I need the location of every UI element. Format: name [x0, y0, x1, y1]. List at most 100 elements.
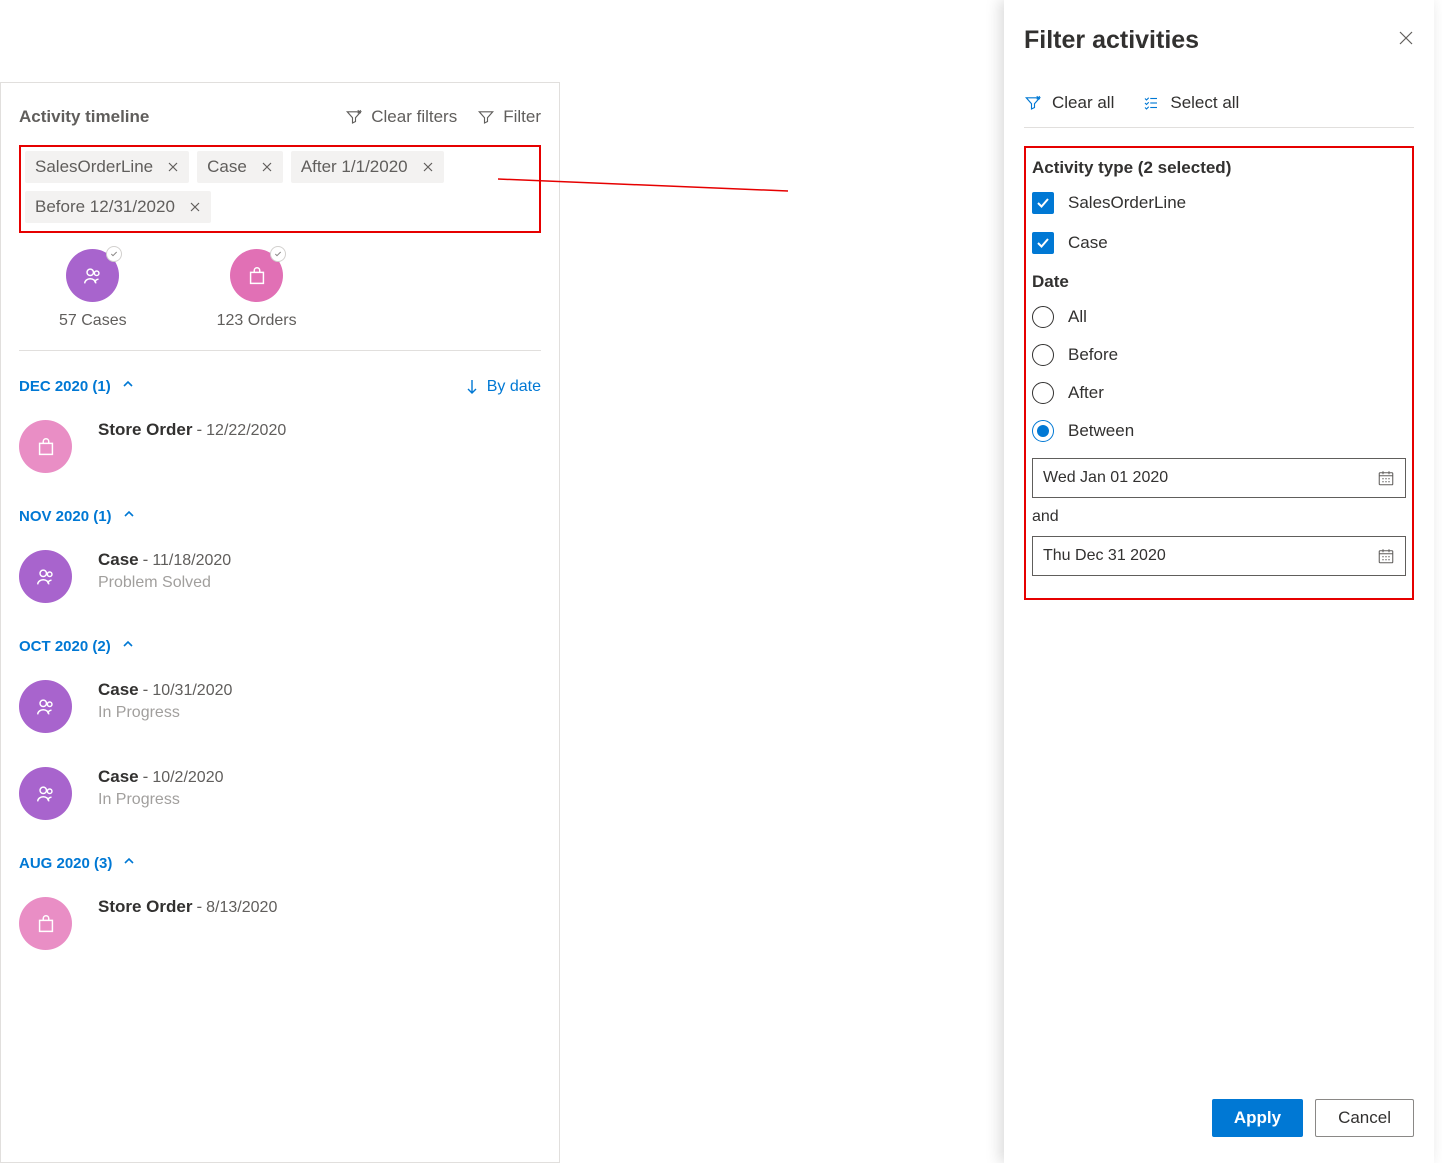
and-label: and: [1032, 508, 1406, 526]
radio-label: After: [1068, 383, 1104, 403]
date-from-input[interactable]: Wed Jan 01 2020: [1032, 458, 1406, 498]
sort-by-date-button[interactable]: By date: [465, 378, 541, 396]
filter-activities-panel: Filter activities Clear all Select all A…: [1004, 0, 1434, 1163]
month-header[interactable]: NOV 2020 (1): [19, 507, 541, 526]
checkbox-label: Case: [1068, 233, 1108, 253]
clear-all-icon: [1024, 94, 1042, 112]
activity-title-line: Case-10/31/2020: [98, 680, 232, 700]
month-header[interactable]: OCT 2020 (2): [19, 637, 541, 656]
date-option-radio[interactable]: After: [1032, 382, 1406, 404]
person-icon: [82, 265, 104, 287]
sort-label: By date: [487, 378, 541, 396]
radio-label: All: [1068, 307, 1087, 327]
activity-title: Case: [98, 767, 139, 786]
date-option-radio[interactable]: Between: [1032, 420, 1406, 442]
activity-icon: [19, 767, 72, 820]
activity-item[interactable]: Store Order-8/13/2020: [19, 897, 541, 950]
radio-icon: [1032, 344, 1054, 366]
date-option-radio[interactable]: All: [1032, 306, 1406, 328]
activity-title: Case: [98, 550, 139, 569]
filter-icon: [477, 108, 495, 126]
clear-filters-button[interactable]: Clear filters: [345, 107, 457, 127]
person-icon: [35, 696, 57, 718]
radio-label: Before: [1068, 345, 1118, 365]
filter-chip[interactable]: Case: [197, 151, 283, 183]
chevron-up-icon[interactable]: [122, 854, 136, 873]
filter-button[interactable]: Filter: [477, 107, 541, 127]
filter-chip[interactable]: Before 12/31/2020: [25, 191, 211, 223]
summary-row: 57 Cases 123 Orders: [19, 243, 541, 351]
activity-timeline-panel: Activity timeline Clear filters Filter S…: [0, 82, 560, 1163]
chevron-up-icon[interactable]: [121, 637, 135, 656]
chip-label: SalesOrderLine: [35, 157, 153, 177]
select-all-button[interactable]: Select all: [1142, 93, 1239, 113]
apply-button[interactable]: Apply: [1212, 1099, 1303, 1137]
date-to-input[interactable]: Thu Dec 31 2020: [1032, 536, 1406, 576]
chip-label: Case: [207, 157, 247, 177]
activity-title-line: Store Order-8/13/2020: [98, 897, 277, 917]
summary-orders[interactable]: 123 Orders: [217, 249, 297, 330]
summary-cases[interactable]: 57 Cases: [59, 249, 127, 330]
chevron-up-icon[interactable]: [121, 377, 135, 396]
chip-remove-icon[interactable]: [261, 161, 273, 173]
chip-label: After 1/1/2020: [301, 157, 408, 177]
chip-remove-icon[interactable]: [422, 161, 434, 173]
checkbox-icon: [1032, 192, 1054, 214]
clear-filters-icon: [345, 108, 363, 126]
close-icon: [1398, 30, 1414, 46]
activity-item[interactable]: Case-11/18/2020Problem Solved: [19, 550, 541, 603]
month-header[interactable]: DEC 2020 (1)By date: [19, 377, 541, 396]
activity-status: In Progress: [98, 704, 232, 722]
activity-icon: [19, 420, 72, 473]
activity-body: Case-11/18/2020Problem Solved: [98, 550, 231, 592]
cancel-label: Cancel: [1338, 1108, 1391, 1128]
activity-body: Case-10/2/2020In Progress: [98, 767, 224, 809]
filter-chip[interactable]: SalesOrderLine: [25, 151, 189, 183]
activity-icon: [19, 680, 72, 733]
activity-item[interactable]: Case-10/2/2020In Progress: [19, 767, 541, 820]
cases-count-label: 57 Cases: [59, 312, 127, 330]
radio-icon: [1032, 382, 1054, 404]
select-all-icon: [1142, 94, 1160, 112]
activity-title-line: Case-10/2/2020: [98, 767, 224, 787]
arrow-down-icon: [465, 379, 479, 395]
radio-icon: [1032, 306, 1054, 328]
activity-body: Store Order-12/22/2020: [98, 420, 286, 440]
filter-panel-footer: Apply Cancel: [1024, 1099, 1414, 1137]
cases-circle: [66, 249, 119, 302]
cancel-button[interactable]: Cancel: [1315, 1099, 1414, 1137]
activity-item[interactable]: Case-10/31/2020 In Progress: [19, 680, 541, 733]
radio-label: Between: [1068, 421, 1134, 441]
filter-toolbar: Clear all Select all: [1024, 93, 1414, 128]
date-option-radio[interactable]: Before: [1032, 344, 1406, 366]
activity-type-checkbox[interactable]: SalesOrderLine: [1032, 192, 1406, 214]
filter-panel-header: Filter activities: [1024, 26, 1414, 55]
chip-remove-icon[interactable]: [167, 161, 179, 173]
bag-icon: [35, 913, 57, 935]
filter-chip[interactable]: After 1/1/2020: [291, 151, 444, 183]
activity-title: Store Order: [98, 897, 192, 916]
chip-remove-icon[interactable]: [189, 201, 201, 213]
activity-type-checkbox[interactable]: Case: [1032, 232, 1406, 254]
month-header[interactable]: AUG 2020 (3): [19, 854, 541, 873]
date-heading: Date: [1032, 272, 1406, 292]
month-label: NOV 2020 (1): [19, 508, 112, 525]
timeline-groups: DEC 2020 (1)By date Store Order-12/22/202…: [19, 377, 541, 950]
timeline-header: Activity timeline Clear filters Filter: [19, 107, 541, 127]
activity-date: 10/31/2020: [152, 682, 232, 699]
chip-label: Before 12/31/2020: [35, 197, 175, 217]
bag-icon: [35, 436, 57, 458]
orders-circle: [230, 249, 283, 302]
activity-item[interactable]: Store Order-12/22/2020: [19, 420, 541, 473]
filter-panel-title: Filter activities: [1024, 26, 1398, 55]
clear-all-button[interactable]: Clear all: [1024, 93, 1114, 113]
clear-filters-label: Clear filters: [371, 107, 457, 127]
activity-body: Case-10/31/2020 In Progress: [98, 680, 232, 722]
activity-title-line: Store Order-12/22/2020: [98, 420, 286, 440]
close-button[interactable]: [1398, 30, 1414, 51]
month-label: OCT 2020 (2): [19, 638, 111, 655]
bag-icon: [246, 265, 268, 287]
checkbox-icon: [1032, 232, 1054, 254]
checkbox-label: SalesOrderLine: [1068, 193, 1186, 213]
chevron-up-icon[interactable]: [122, 507, 136, 526]
